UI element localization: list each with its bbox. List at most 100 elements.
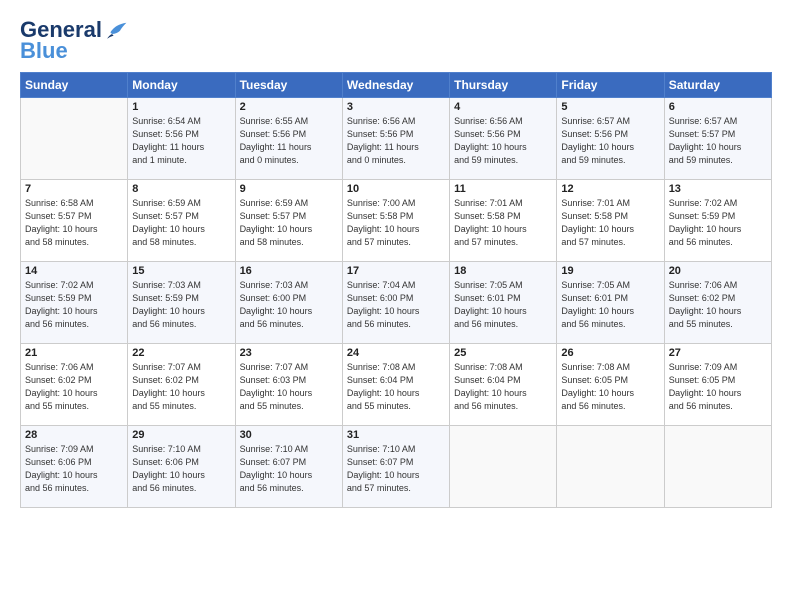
day-number: 6: [669, 101, 767, 113]
day-cell: 23 Sunrise: 7:07 AM Sunset: 6:03 PM Dayli…: [235, 344, 342, 426]
day-cell: 22 Sunrise: 7:07 AM Sunset: 6:02 PM Dayli…: [128, 344, 235, 426]
logo: General Blue: [20, 18, 128, 64]
calendar-table: SundayMondayTuesdayWednesdayThursdayFrid…: [20, 72, 772, 508]
day-cell: 18 Sunrise: 7:05 AM Sunset: 6:01 PM Dayli…: [450, 262, 557, 344]
week-row-5: 28 Sunrise: 7:09 AM Sunset: 6:06 PM Dayli…: [21, 426, 772, 508]
day-cell: 25 Sunrise: 7:08 AM Sunset: 6:04 PM Dayli…: [450, 344, 557, 426]
day-info: Sunrise: 7:03 AM Sunset: 5:59 PM Dayligh…: [132, 279, 230, 331]
day-info: Sunrise: 7:04 AM Sunset: 6:00 PM Dayligh…: [347, 279, 445, 331]
header-cell-thursday: Thursday: [450, 73, 557, 98]
day-info: Sunrise: 7:02 AM Sunset: 5:59 PM Dayligh…: [669, 197, 767, 249]
day-cell: 5 Sunrise: 6:57 AM Sunset: 5:56 PM Daylig…: [557, 98, 664, 180]
day-number: 14: [25, 265, 123, 277]
day-cell: [557, 426, 664, 508]
day-cell: 14 Sunrise: 7:02 AM Sunset: 5:59 PM Dayli…: [21, 262, 128, 344]
header-cell-sunday: Sunday: [21, 73, 128, 98]
day-cell: 1 Sunrise: 6:54 AM Sunset: 5:56 PM Daylig…: [128, 98, 235, 180]
day-info: Sunrise: 7:10 AM Sunset: 6:06 PM Dayligh…: [132, 443, 230, 495]
day-number: 22: [132, 347, 230, 359]
day-number: 24: [347, 347, 445, 359]
day-cell: 3 Sunrise: 6:56 AM Sunset: 5:56 PM Daylig…: [342, 98, 449, 180]
day-info: Sunrise: 6:56 AM Sunset: 5:56 PM Dayligh…: [347, 115, 445, 167]
day-number: 1: [132, 101, 230, 113]
day-cell: 10Sunrise: 7:00 AM Sunset: 5:58 PM Dayli…: [342, 180, 449, 262]
day-cell: 17Sunrise: 7:04 AM Sunset: 6:00 PM Dayli…: [342, 262, 449, 344]
day-cell: 16Sunrise: 7:03 AM Sunset: 6:00 PM Dayli…: [235, 262, 342, 344]
header-cell-monday: Monday: [128, 73, 235, 98]
day-info: Sunrise: 6:59 AM Sunset: 5:57 PM Dayligh…: [132, 197, 230, 249]
day-number: 2: [240, 101, 338, 113]
day-number: 23: [240, 347, 338, 359]
day-cell: 11 Sunrise: 7:01 AM Sunset: 5:58 PM Dayli…: [450, 180, 557, 262]
day-cell: 30 Sunrise: 7:10 AM Sunset: 6:07 PM Dayli…: [235, 426, 342, 508]
day-info: Sunrise: 7:07 AM Sunset: 6:02 PM Dayligh…: [132, 361, 230, 413]
day-cell: 31 Sunrise: 7:10 AM Sunset: 6:07 PM Dayli…: [342, 426, 449, 508]
day-cell: 21 Sunrise: 7:06 AM Sunset: 6:02 PM Dayli…: [21, 344, 128, 426]
day-info: Sunrise: 6:57 AM Sunset: 5:56 PM Dayligh…: [561, 115, 659, 167]
day-cell: 19Sunrise: 7:05 AM Sunset: 6:01 PM Dayli…: [557, 262, 664, 344]
day-number: 9: [240, 183, 338, 195]
week-row-3: 14 Sunrise: 7:02 AM Sunset: 5:59 PM Dayli…: [21, 262, 772, 344]
day-number: 16: [240, 265, 338, 277]
day-info: Sunrise: 7:09 AM Sunset: 6:06 PM Dayligh…: [25, 443, 123, 495]
day-info: Sunrise: 6:56 AM Sunset: 5:56 PM Dayligh…: [454, 115, 552, 167]
header-cell-friday: Friday: [557, 73, 664, 98]
day-cell: 7 Sunrise: 6:58 AM Sunset: 5:57 PM Daylig…: [21, 180, 128, 262]
week-row-1: 1 Sunrise: 6:54 AM Sunset: 5:56 PM Daylig…: [21, 98, 772, 180]
day-number: 7: [25, 183, 123, 195]
day-info: Sunrise: 7:09 AM Sunset: 6:05 PM Dayligh…: [669, 361, 767, 413]
day-number: 21: [25, 347, 123, 359]
day-number: 13: [669, 183, 767, 195]
day-info: Sunrise: 6:58 AM Sunset: 5:57 PM Dayligh…: [25, 197, 123, 249]
day-cell: 9 Sunrise: 6:59 AM Sunset: 5:57 PM Daylig…: [235, 180, 342, 262]
day-number: 11: [454, 183, 552, 195]
day-number: 20: [669, 265, 767, 277]
day-number: 31: [347, 429, 445, 441]
day-info: Sunrise: 7:08 AM Sunset: 6:04 PM Dayligh…: [454, 361, 552, 413]
day-info: Sunrise: 7:10 AM Sunset: 6:07 PM Dayligh…: [347, 443, 445, 495]
day-cell: 8 Sunrise: 6:59 AM Sunset: 5:57 PM Daylig…: [128, 180, 235, 262]
page: General Blue SundayMondayTuesdayWednesda…: [0, 0, 792, 612]
day-cell: 2Sunrise: 6:55 AM Sunset: 5:56 PM Daylig…: [235, 98, 342, 180]
calendar-header: SundayMondayTuesdayWednesdayThursdayFrid…: [21, 73, 772, 98]
day-info: Sunrise: 7:05 AM Sunset: 6:01 PM Dayligh…: [561, 279, 659, 331]
day-info: Sunrise: 6:54 AM Sunset: 5:56 PM Dayligh…: [132, 115, 230, 167]
day-info: Sunrise: 7:06 AM Sunset: 6:02 PM Dayligh…: [25, 361, 123, 413]
day-number: 3: [347, 101, 445, 113]
day-number: 27: [669, 347, 767, 359]
logo-bird-icon: [104, 18, 128, 42]
day-info: Sunrise: 7:01 AM Sunset: 5:58 PM Dayligh…: [561, 197, 659, 249]
day-cell: 4 Sunrise: 6:56 AM Sunset: 5:56 PM Daylig…: [450, 98, 557, 180]
day-info: Sunrise: 6:59 AM Sunset: 5:57 PM Dayligh…: [240, 197, 338, 249]
day-number: 12: [561, 183, 659, 195]
day-number: 30: [240, 429, 338, 441]
day-info: Sunrise: 7:00 AM Sunset: 5:58 PM Dayligh…: [347, 197, 445, 249]
day-info: Sunrise: 7:07 AM Sunset: 6:03 PM Dayligh…: [240, 361, 338, 413]
header-cell-wednesday: Wednesday: [342, 73, 449, 98]
header-cell-tuesday: Tuesday: [235, 73, 342, 98]
day-info: Sunrise: 7:02 AM Sunset: 5:59 PM Dayligh…: [25, 279, 123, 331]
day-number: 8: [132, 183, 230, 195]
day-info: Sunrise: 7:08 AM Sunset: 6:05 PM Dayligh…: [561, 361, 659, 413]
day-cell: 29 Sunrise: 7:10 AM Sunset: 6:06 PM Dayli…: [128, 426, 235, 508]
day-number: 28: [25, 429, 123, 441]
day-number: 18: [454, 265, 552, 277]
day-cell: 13 Sunrise: 7:02 AM Sunset: 5:59 PM Dayli…: [664, 180, 771, 262]
day-info: Sunrise: 7:01 AM Sunset: 5:58 PM Dayligh…: [454, 197, 552, 249]
logo-text-blue: Blue: [20, 38, 68, 64]
day-cell: [664, 426, 771, 508]
day-cell: 20Sunrise: 7:06 AM Sunset: 6:02 PM Dayli…: [664, 262, 771, 344]
day-info: Sunrise: 7:05 AM Sunset: 6:01 PM Dayligh…: [454, 279, 552, 331]
day-number: 29: [132, 429, 230, 441]
day-info: Sunrise: 7:08 AM Sunset: 6:04 PM Dayligh…: [347, 361, 445, 413]
day-cell: 15 Sunrise: 7:03 AM Sunset: 5:59 PM Dayli…: [128, 262, 235, 344]
header-cell-saturday: Saturday: [664, 73, 771, 98]
day-number: 15: [132, 265, 230, 277]
day-cell: 26Sunrise: 7:08 AM Sunset: 6:05 PM Dayli…: [557, 344, 664, 426]
day-number: 5: [561, 101, 659, 113]
day-info: Sunrise: 7:10 AM Sunset: 6:07 PM Dayligh…: [240, 443, 338, 495]
week-row-2: 7 Sunrise: 6:58 AM Sunset: 5:57 PM Daylig…: [21, 180, 772, 262]
day-number: 25: [454, 347, 552, 359]
calendar-body: 1 Sunrise: 6:54 AM Sunset: 5:56 PM Daylig…: [21, 98, 772, 508]
day-number: 4: [454, 101, 552, 113]
